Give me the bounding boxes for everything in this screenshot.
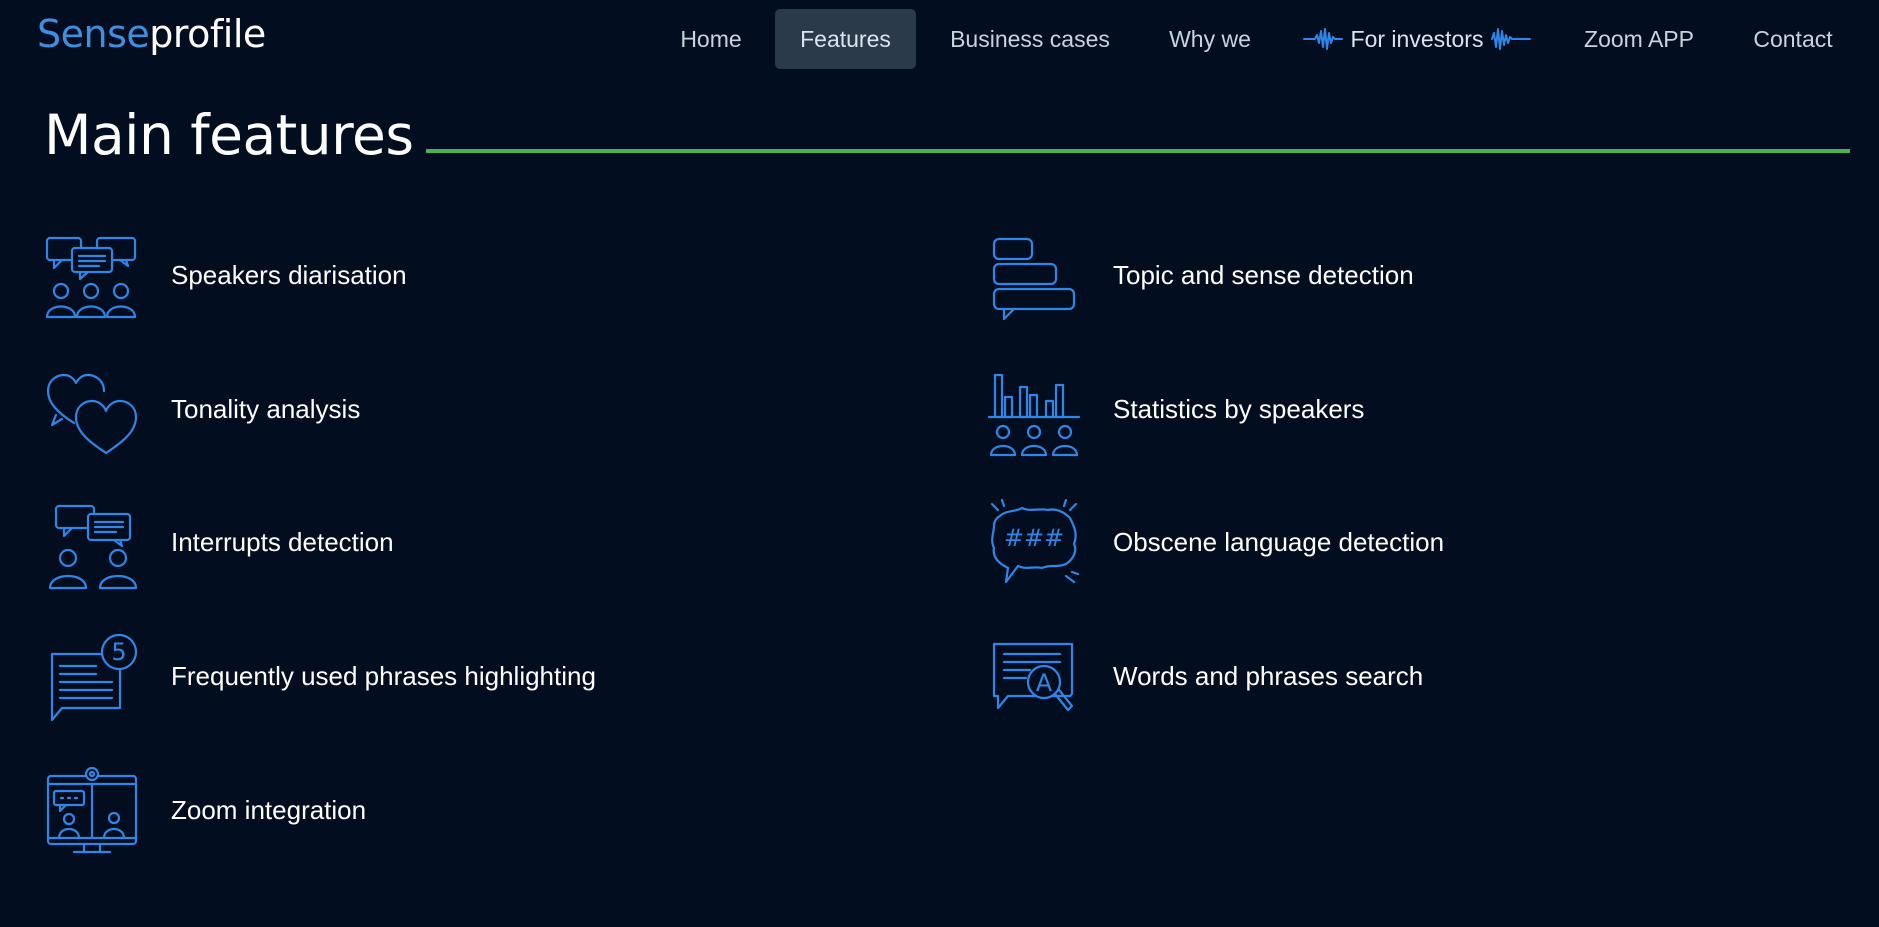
feature-speakers-diarisation: Speakers diarisation: [44, 227, 744, 323]
feature-zoom-integration: Zoom integration: [44, 762, 744, 858]
feature-label: Zoom integration: [171, 795, 367, 825]
feature-label: Words and phrases search: [1113, 661, 1424, 691]
site-header: Senseprofile Home Features Business case…: [0, 0, 1879, 78]
frequency-badge-number: 5: [111, 638, 126, 666]
feature-frequent-phrases: 5 Frequently used phrases highlighting: [44, 628, 744, 724]
search-text-icon: A: [986, 632, 1082, 724]
feature-label: Obscene language detection: [1113, 527, 1445, 557]
nav-business-cases-label: Business cases: [950, 25, 1110, 52]
nav-zoom-app-label: Zoom APP: [1584, 25, 1694, 52]
speakers-dialogue-icon: [44, 231, 140, 323]
nav-for-investors-label: For investors: [1350, 25, 1484, 52]
feature-label: Frequently used phrases highlighting: [171, 661, 596, 691]
main-nav: Home Features Business cases Why we For …: [0, 9, 1879, 69]
feature-label: Topic and sense detection: [1113, 260, 1414, 290]
nav-for-investors[interactable]: For investors: [1290, 9, 1544, 69]
feature-label: Statistics by speakers: [1113, 394, 1365, 424]
feature-statistics-by-speakers: Statistics by speakers: [986, 361, 1686, 457]
feature-label: Interrupts detection: [171, 527, 394, 557]
nav-contact[interactable]: Contact: [1738, 9, 1848, 69]
soundwave-right-icon: [1491, 28, 1532, 50]
obscene-symbols: ###: [1004, 524, 1064, 552]
nav-why-we-label: Why we: [1169, 25, 1251, 52]
hearts-icon: [44, 365, 140, 457]
feature-words-phrases-search: A Words and phrases search: [986, 628, 1686, 724]
obscene-burst-icon: ###: [986, 498, 1082, 590]
nav-home[interactable]: Home: [660, 9, 762, 69]
nav-home-label: Home: [680, 25, 742, 52]
bar-chart-speakers-icon: [986, 365, 1082, 457]
feature-label: Tonality analysis: [171, 394, 361, 424]
nav-features[interactable]: Features: [775, 9, 916, 69]
soundwave-left-icon: [1302, 28, 1343, 50]
interrupt-dialogue-icon: [44, 498, 140, 590]
feature-tonality-analysis: Tonality analysis: [44, 361, 744, 457]
nav-features-label: Features: [800, 25, 891, 52]
nav-why-we[interactable]: Why we: [1150, 9, 1270, 69]
search-letter: A: [1036, 669, 1053, 697]
page-title: Main features: [44, 103, 414, 167]
title-underline: [426, 149, 1850, 153]
feature-label: Speakers diarisation: [171, 260, 407, 290]
feature-obscene-language-detection: ### Obscene language detection: [986, 494, 1686, 590]
nav-business-cases[interactable]: Business cases: [928, 9, 1132, 69]
nav-contact-label: Contact: [1753, 25, 1833, 52]
nav-zoom-app[interactable]: Zoom APP: [1568, 9, 1710, 69]
feature-interrupts-detection: Interrupts detection: [44, 494, 744, 590]
topic-blocks-icon: [986, 231, 1082, 323]
feature-topic-sense-detection: Topic and sense detection: [986, 227, 1686, 323]
message-count-icon: 5: [44, 632, 140, 724]
video-conference-monitor-icon: [44, 766, 140, 858]
